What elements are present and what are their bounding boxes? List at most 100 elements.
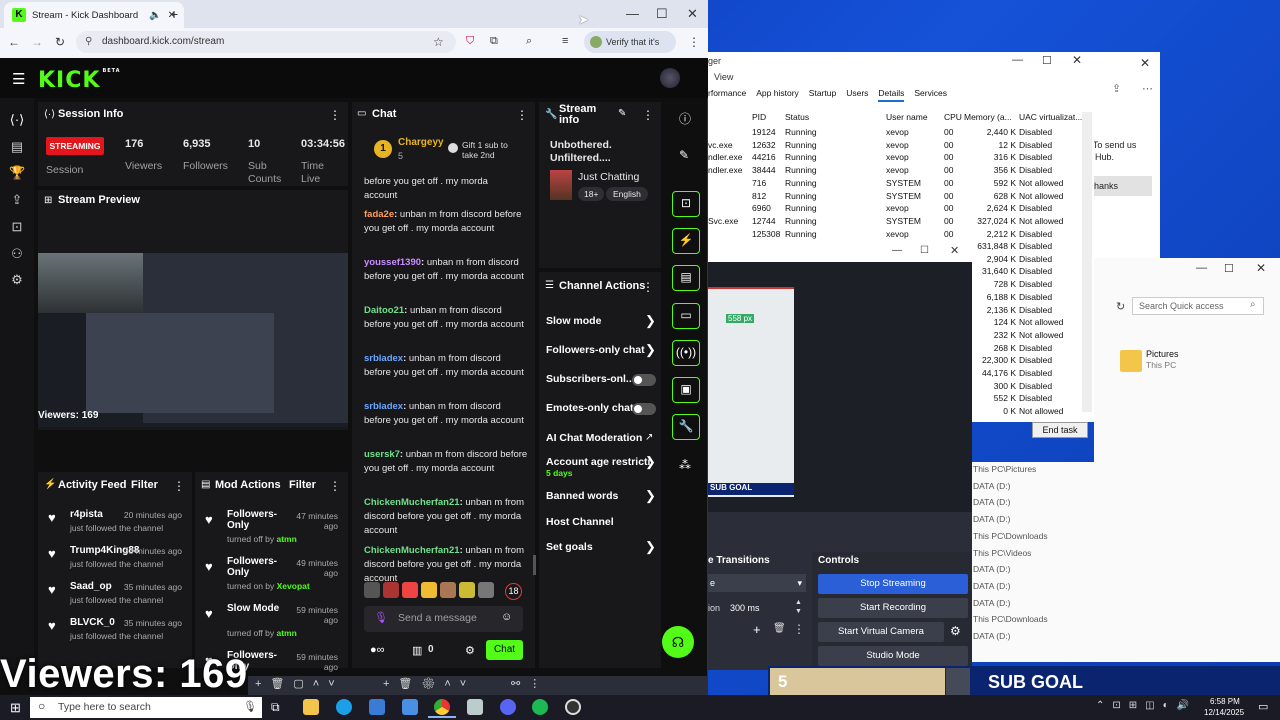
settings-icon[interactable]: ⚙ [9,272,25,288]
tab-audio-icon[interactable]: 🔈 [149,10,161,21]
trophy-icon[interactable]: 🏆 [9,165,25,181]
chevron-right-icon[interactable]: ❯ [645,313,656,329]
chrome-taskbar-icon[interactable] [434,699,450,715]
system-tray-icons[interactable]: ⌃⊡⊞◫◐🔊 [1096,700,1197,711]
recent-path[interactable]: DATA (D:) [973,598,1010,608]
kick-logo[interactable]: KICK BETA [38,68,121,93]
session-menu-icon[interactable]: ⋮ [329,108,341,122]
obs-duration-stepper-icon[interactable]: ▲ ▼ [795,598,802,616]
dock-toolbar-icons[interactable]: +🗑▢˄˅ [255,677,344,690]
mail-taskbar-icon[interactable] [402,699,418,715]
emote-icon[interactable] [440,582,456,598]
explorer-close-icon[interactable]: ✕ [1256,261,1266,275]
explorer-search-box[interactable]: Search Quick access [1132,297,1264,315]
spotify-taskbar-icon[interactable] [532,699,548,715]
gift-sub-text[interactable]: Gift 1 sub to take 2nd [462,140,522,160]
recent-path[interactable]: This PC\Pictures [973,464,1036,474]
recent-path[interactable]: This PC\Videos [973,548,1031,558]
edit-pencil-icon[interactable]: ✎ [618,108,626,119]
emote-icon[interactable] [459,582,475,598]
top-gifter-name[interactable]: Chargeyy [398,137,444,148]
store-taskbar-icon[interactable] [369,699,385,715]
rewards-icon[interactable]: ▥ [412,644,422,657]
lightning-icon[interactable]: ⚡ [672,228,700,254]
channel-action-label[interactable]: Subscribers-onl... [546,373,635,385]
studio-mode-button[interactable]: Studio Mode [818,646,968,666]
tray-time[interactable]: 6:58 PM [1210,697,1240,706]
tm-tab[interactable]: rformance [708,88,746,102]
file-explorer-taskbar-icon[interactable] [303,699,319,715]
emote-icon[interactable] [402,582,418,598]
browser-menu-icon[interactable]: ⋮ [688,35,700,49]
browser-minimize-icon[interactable]: — [626,6,639,21]
dock-toolbar-icons-2[interactable]: +🗑⚙˄˅ [383,677,475,690]
lens-icon[interactable]: ⌕ [526,35,532,48]
dock-toolbar-icons-3[interactable]: ⚯⋮ [511,677,549,690]
tm-tab[interactable]: Services [914,88,947,102]
recent-path[interactable]: DATA (D:) [973,564,1010,574]
taskbar-search[interactable]: Type here to search [30,697,262,718]
tm-process-name[interactable]: Svc.exe [708,216,738,226]
tm-column-header[interactable]: Memory (a... [964,112,1012,122]
mic-search-icon[interactable]: 🎙 [243,700,257,713]
connections-icon[interactable]: ⁂ [679,458,691,472]
emote-icon[interactable] [421,582,437,598]
notes-icon[interactable]: ▤ [672,265,700,291]
chat-settings-icon[interactable]: ⚙ [465,644,475,657]
camera-icon[interactable]: ▣ [672,377,700,403]
tm-minimize-icon[interactable]: — [1012,54,1023,66]
media-icon[interactable]: ≡ [562,35,568,47]
channel-action-label[interactable]: Set goals [546,541,593,553]
chat-username[interactable]: ChickenMucherfan21 [364,545,460,556]
forward-icon[interactable]: → [31,35,43,49]
chat-username[interactable]: srbladex [364,353,403,364]
recent-path[interactable]: DATA (D:) [973,497,1010,507]
chevron-right-icon[interactable]: ❯ [645,539,656,555]
explorer-refresh-icon[interactable]: ↻ [1116,300,1125,313]
shield-extension-icon[interactable]: ⛉ [466,35,474,48]
tm-process-name[interactable]: ndler.exe [708,165,743,175]
chevron-right-icon[interactable]: ❯ [645,488,656,504]
notice-more-icon[interactable]: ⋯ [1142,82,1153,95]
analytics-icon[interactable]: ▤ [9,139,25,155]
notice-close-icon[interactable]: ✕ [1140,56,1150,70]
activity-username[interactable]: r4pista [70,509,103,520]
channel-action-label[interactable]: Followers-only chat [546,344,645,356]
url-field[interactable]: dashboard.kick.com/stream [76,31,456,53]
chat-scrollbar[interactable] [533,555,536,575]
clip-icon[interactable]: ⊡ [672,191,700,217]
tm-column-header[interactable]: Status [785,112,809,122]
notification-icon[interactable]: ▭ [1258,700,1268,713]
folder-icon[interactable] [1120,350,1142,372]
browser-close-icon[interactable]: ✕ [687,6,698,22]
channel-action-label[interactable]: AI Chat Moderation [546,432,642,444]
chat-username[interactable]: srbladex [364,401,403,412]
mod-action-user[interactable]: atmn [276,628,296,638]
chat-username[interactable]: Daitoo21 [364,305,404,316]
obs-maximize-icon[interactable]: ☐ [920,245,929,256]
obs-close-icon[interactable]: ✕ [950,244,959,257]
windows-start-icon[interactable]: ⊞ [10,700,21,716]
chat-menu-icon[interactable]: ⋮ [516,108,528,122]
explorer-maximize-icon[interactable]: ☐ [1224,262,1234,275]
chat-username[interactable]: youssef1390 [364,257,421,268]
app-taskbar-icon[interactable] [467,699,483,715]
recent-path[interactable]: This PC\Downloads [973,614,1048,624]
emote-icon[interactable] [383,582,399,598]
tm-column-header[interactable]: UAC virtualizat... [1019,112,1082,122]
chevron-right-icon[interactable]: ❯ [645,454,656,470]
stream-info-menu-icon[interactable]: ⋮ [642,108,654,122]
edge-taskbar-icon[interactable] [336,699,352,715]
tm-column-header[interactable]: CPU [944,112,962,122]
extensions-icon[interactable]: ⧉ [490,35,498,48]
emote-icon[interactable] [478,582,494,598]
start-recording-button[interactable]: Start Recording [818,598,968,618]
reload-icon[interactable]: ↻ [55,35,65,49]
info-icon[interactable]: ⓘ [679,110,691,127]
start-virtual-camera-button[interactable]: Start Virtual Camera [818,622,944,642]
tm-tab[interactable]: Users [846,88,868,102]
virtual-camera-settings-icon[interactable]: ⚙ [950,624,961,638]
toggle-switch[interactable] [632,403,656,415]
category-name[interactable]: Just Chatting [578,171,639,183]
recent-path[interactable]: DATA (D:) [973,481,1010,491]
